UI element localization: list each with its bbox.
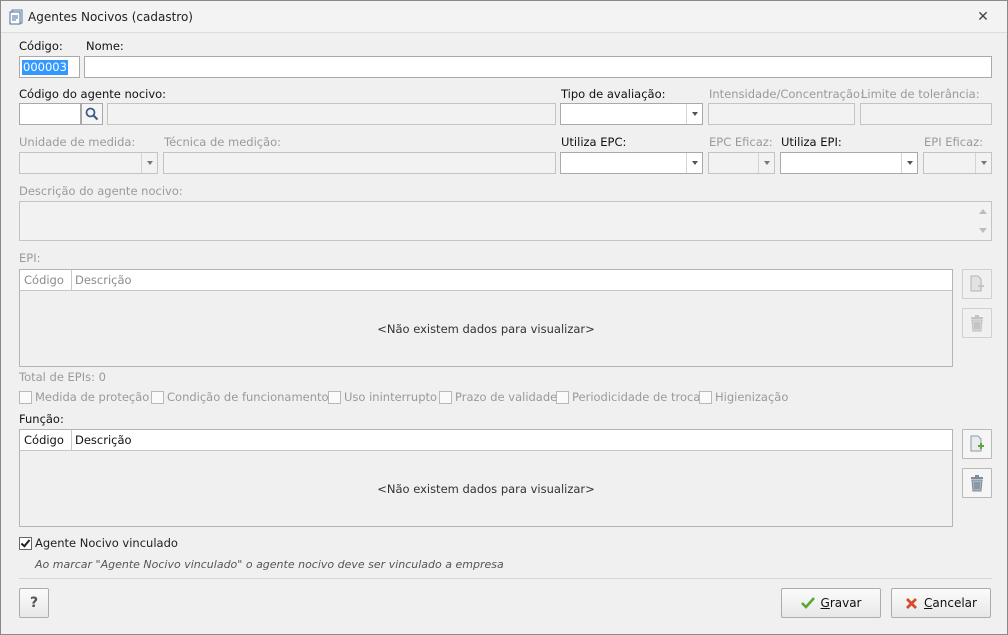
descricao-agente-input [107, 103, 556, 125]
tipo-avaliacao-label: Tipo de avaliação: [561, 87, 666, 101]
codigo-label: Código: [19, 39, 63, 53]
utiliza-epi-label: Utiliza EPI: [781, 135, 842, 149]
unidade-label: Unidade de medida: [19, 135, 136, 149]
descricao-textarea [19, 201, 992, 241]
codigo-value: 000003 [22, 60, 68, 75]
agente-vinculado-label: Agente Nocivo vinculado [35, 536, 178, 550]
trash-icon [971, 315, 983, 332]
funcao-section-label: Função: [19, 412, 64, 426]
intensidade-label: Intensidade/Concentração: [709, 87, 864, 101]
funcao-add-button[interactable] [962, 429, 992, 459]
vinculado-note: Ao marcar "Agente Nocivo vinculado" o ag… [35, 558, 504, 571]
chevron-down-icon [975, 153, 991, 173]
funcao-grid-header: Código Descrição [20, 430, 952, 451]
tecnica-label: Técnica de medição: [164, 135, 282, 149]
check-icon [20, 536, 31, 548]
scroll-down-icon [979, 228, 987, 233]
total-epis-text: Total de EPIs: 0 [19, 370, 106, 384]
magnifier-icon [85, 107, 99, 121]
gravar-button[interactable]: Gravar [781, 588, 881, 618]
close-icon[interactable]: ✕ [975, 10, 991, 26]
codigo-input[interactable]: 000003 [19, 56, 80, 78]
funcao-col-descricao[interactable]: Descrição [75, 433, 132, 447]
funcao-col-codigo[interactable]: Código [24, 433, 64, 447]
dialog-window: Agentes Nocivos (cadastro) ✕ Código: Nom… [0, 0, 1008, 635]
divider [19, 578, 992, 579]
epi-empty-text: <Não existem dados para visualizar> [377, 322, 595, 336]
gravar-label: Gravar [820, 596, 862, 610]
help-button[interactable]: ? [19, 588, 49, 618]
utiliza-epi-select[interactable] [780, 152, 918, 174]
chk-higienizacao: Higienização [699, 390, 788, 404]
chk-prazo-validade: Prazo de validade [439, 390, 557, 404]
limite-input [860, 103, 992, 125]
search-button[interactable] [81, 103, 103, 125]
epc-eficaz-label: EPC Eficaz: [709, 135, 773, 149]
epc-eficaz-select [708, 152, 775, 174]
epi-grid: Código Descrição <Não existem dados para… [19, 269, 953, 367]
chk-periodicidade-troca: Periodicidade de troca [556, 390, 700, 404]
epi-eficaz-select [923, 152, 992, 174]
epi-col-descricao[interactable]: Descrição [75, 273, 132, 287]
chevron-down-icon [141, 153, 157, 173]
document-icon [9, 9, 23, 25]
trash-icon [971, 475, 983, 492]
window-title: Agentes Nocivos (cadastro) [28, 10, 193, 24]
checkbox-box [19, 536, 32, 550]
epi-delete-button [962, 308, 992, 338]
intensidade-input [708, 103, 855, 125]
epi-add-button [962, 269, 992, 299]
epi-section-label: EPI: [19, 251, 41, 265]
cancelar-label: Cancelar [924, 596, 977, 610]
title-bar: Agentes Nocivos (cadastro) ✕ [1, 1, 1007, 33]
tipo-avaliacao-select[interactable] [560, 103, 703, 125]
epi-eficaz-label: EPI Eficaz: [924, 135, 984, 149]
scroll-up-icon [979, 209, 987, 214]
funcao-delete-button[interactable] [962, 468, 992, 498]
nome-label: Nome: [86, 39, 124, 53]
chk-uso-ininterrupto: Uso ininterrupto [328, 390, 437, 404]
codigo-agente-label: Código do agente nocivo: [19, 87, 167, 101]
chevron-down-icon [901, 153, 917, 173]
chevron-down-icon [758, 153, 774, 173]
nome-input[interactable] [84, 56, 992, 78]
epi-col-codigo[interactable]: Código [24, 273, 64, 287]
green-check-icon [800, 597, 815, 609]
chevron-down-icon [686, 104, 702, 124]
unidade-select [19, 152, 158, 174]
chk-condicao-funcionamento: Condição de funcionamento [151, 390, 329, 404]
epi-grid-header: Código Descrição [20, 270, 952, 291]
utiliza-epc-label: Utiliza EPC: [561, 135, 627, 149]
funcao-empty-text: <Não existem dados para visualizar> [377, 482, 595, 496]
chk-medida-protecao: Medida de proteção [19, 390, 149, 404]
codigo-agente-input[interactable] [19, 103, 81, 125]
tecnica-input [163, 152, 556, 174]
add-document-icon [970, 275, 984, 292]
agente-vinculado-checkbox[interactable]: Agente Nocivo vinculado [19, 536, 178, 550]
add-document-icon [970, 435, 984, 452]
utiliza-epc-select[interactable] [560, 152, 703, 174]
chevron-down-icon [686, 153, 702, 173]
red-x-icon [905, 597, 918, 610]
cancelar-button[interactable]: Cancelar [891, 588, 991, 618]
limite-label: Limite de tolerância: [861, 87, 980, 101]
descricao-label: Descrição do agente nocivo: [19, 184, 183, 198]
funcao-grid[interactable]: Código Descrição <Não existem dados para… [19, 429, 953, 527]
